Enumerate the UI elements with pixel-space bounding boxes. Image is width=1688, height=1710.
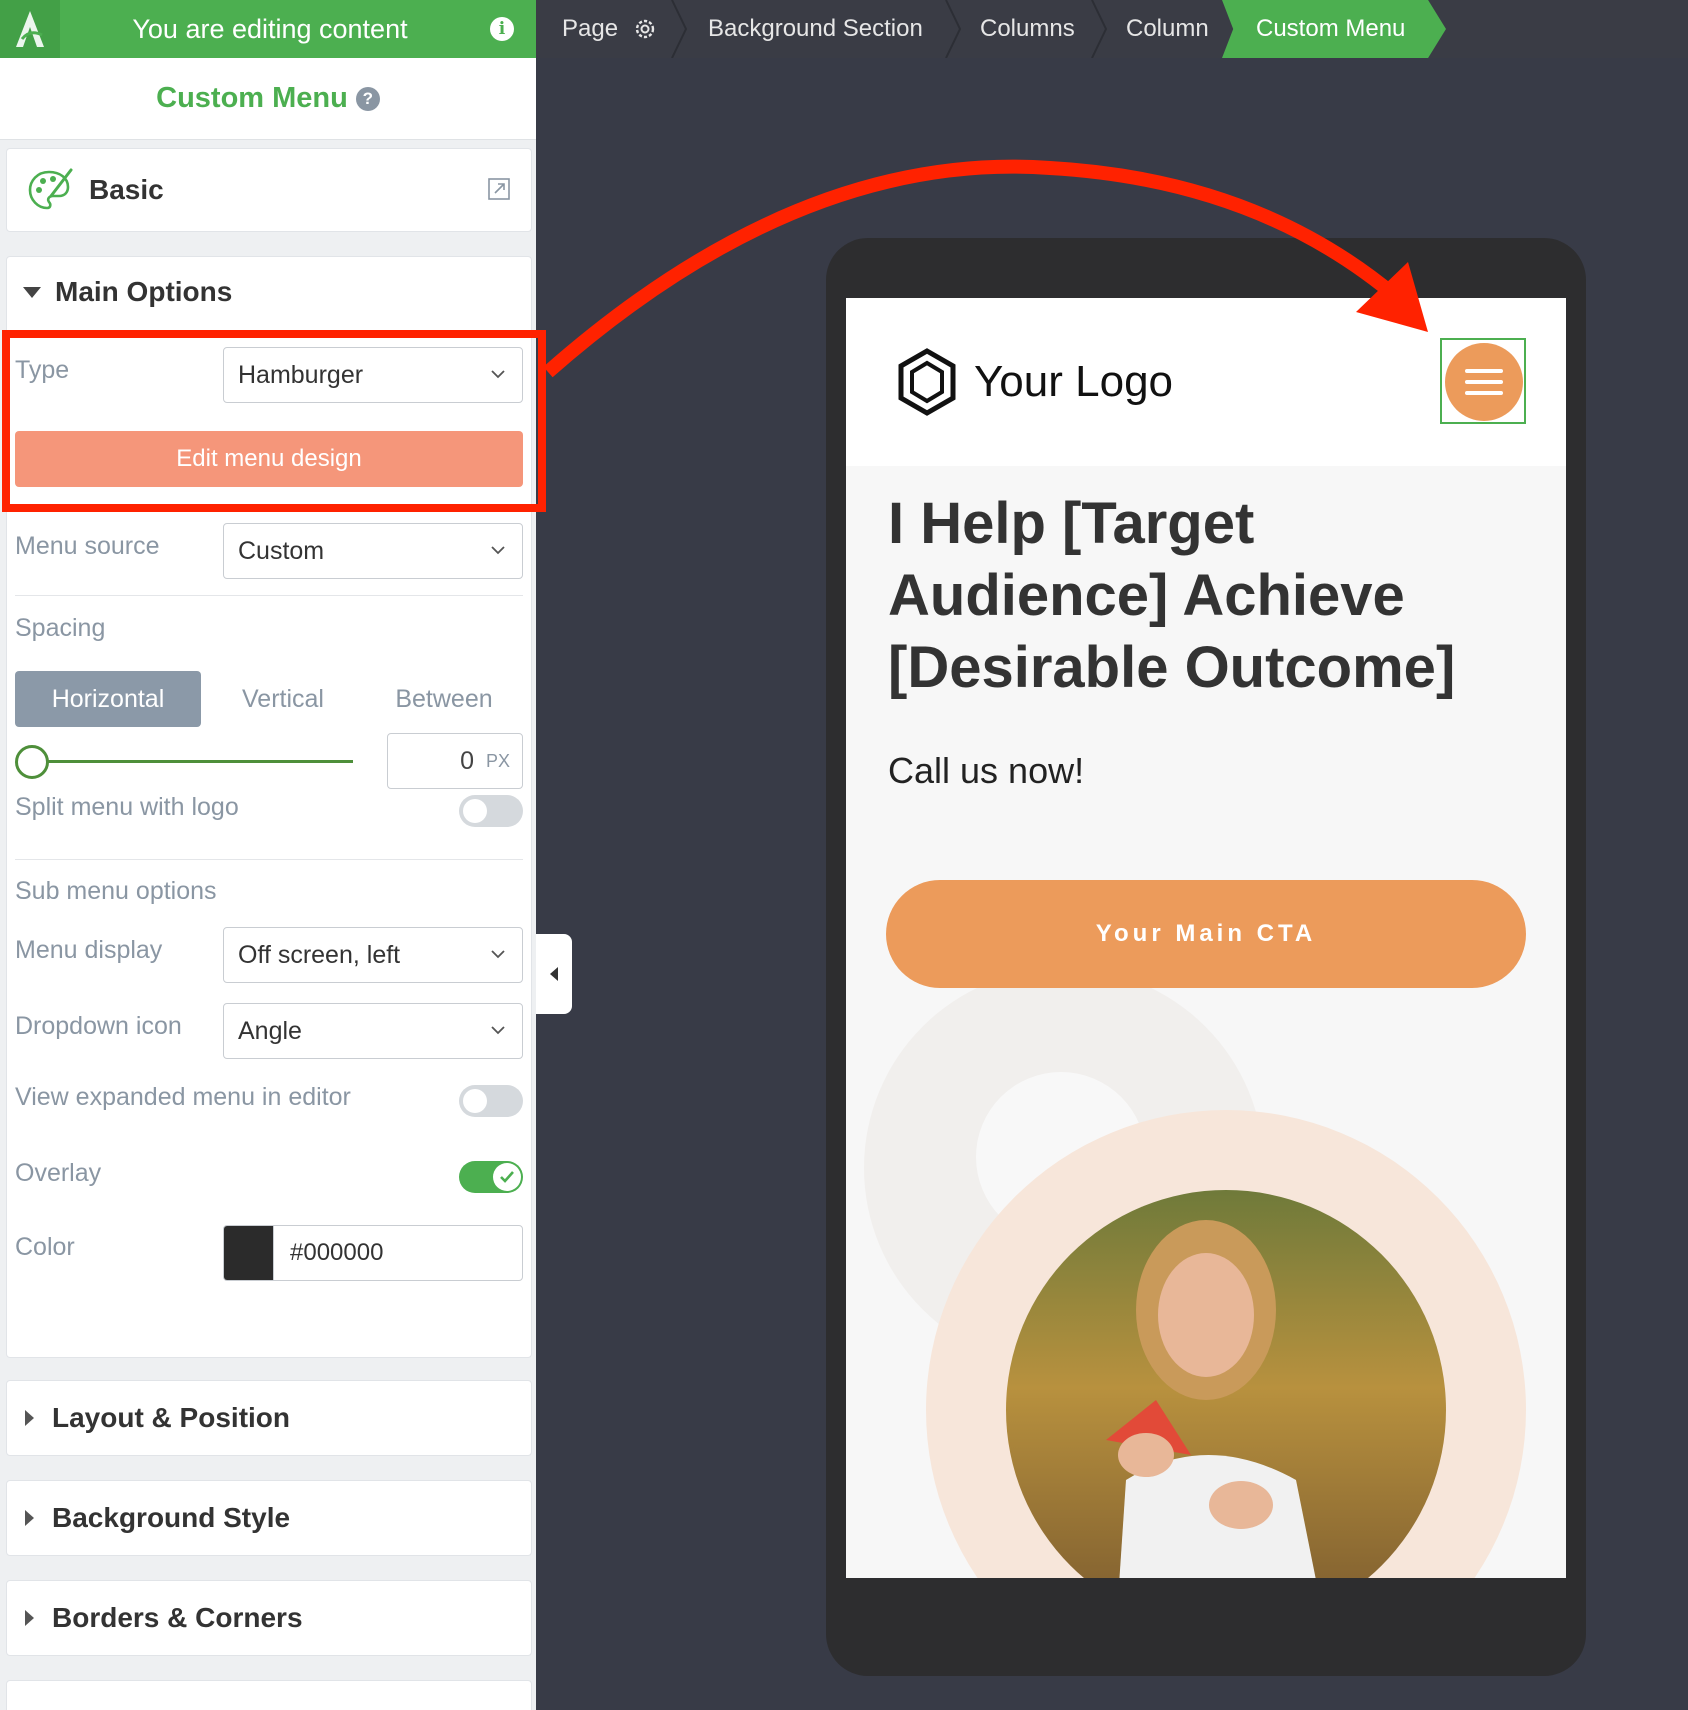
spacing-value: 0 xyxy=(460,746,474,775)
color-value: #000000 xyxy=(290,1239,384,1266)
tab-horizontal[interactable]: Horizontal xyxy=(15,671,201,727)
color-input[interactable]: #000000 xyxy=(223,1225,523,1281)
site-logo-text: Your Logo xyxy=(974,357,1174,406)
menu-display-value: Off screen, left xyxy=(238,940,401,969)
site-logo[interactable]: Your Logo xyxy=(896,348,1173,416)
palette-brush-icon xyxy=(28,168,73,210)
gear-icon[interactable] xyxy=(632,16,658,42)
annotation-highlight-box xyxy=(2,330,546,512)
breadcrumb-page[interactable]: Page xyxy=(562,0,658,58)
basic-card[interactable]: Basic xyxy=(6,148,532,232)
hero-headline: I Help [Target Audience] Achieve [Desira… xyxy=(888,491,1456,700)
split-menu-toggle[interactable] xyxy=(459,795,523,827)
more-section[interactable] xyxy=(6,1680,532,1710)
overlay-toggle[interactable] xyxy=(459,1161,523,1193)
phone-screen: Your Logo I Help [Target Audience] Achie… xyxy=(846,298,1566,1578)
open-external-icon[interactable] xyxy=(487,177,511,201)
section-title: Layout & Position xyxy=(52,1402,290,1433)
panel-title-text: Custom Menu xyxy=(156,82,348,114)
view-expanded-toggle[interactable] xyxy=(459,1085,523,1117)
sub-menu-options-label: Sub menu options xyxy=(15,877,217,905)
spacing-label: Spacing xyxy=(15,614,106,642)
panel-collapse-button[interactable] xyxy=(536,934,572,1014)
breadcrumb-columns[interactable]: Columns xyxy=(980,0,1075,58)
hexagon-logo-icon xyxy=(898,348,956,416)
breadcrumb-background-section[interactable]: Background Section xyxy=(708,0,923,58)
main-cta-button[interactable]: Your Main CTA xyxy=(886,880,1526,988)
menu-display-label: Menu display xyxy=(15,936,163,964)
split-menu-label: Split menu with logo xyxy=(15,793,239,821)
overlay-label: Overlay xyxy=(15,1159,102,1187)
top-bar: You are editing content i Page Backgroun… xyxy=(0,0,1688,58)
info-icon[interactable]: i xyxy=(490,17,514,41)
tab-vertical[interactable]: Vertical xyxy=(213,671,353,727)
main-options-header[interactable]: Main Options xyxy=(7,257,531,327)
help-icon[interactable]: ? xyxy=(355,86,380,111)
selected-element-outline xyxy=(1440,338,1526,424)
dropdown-icon-label: Dropdown icon xyxy=(15,1012,182,1040)
chevron-down-icon xyxy=(491,950,505,959)
site-header: Your Logo xyxy=(846,298,1566,466)
spacing-value-input[interactable]: 0 PX xyxy=(387,733,523,789)
editing-strip: You are editing content i xyxy=(0,0,536,58)
caret-right-icon xyxy=(25,1410,34,1426)
dropdown-icon-value: Angle xyxy=(238,1016,302,1045)
section-title: Borders & Corners xyxy=(52,1602,303,1633)
borders-corners-section[interactable]: Borders & Corners xyxy=(6,1580,532,1656)
tab-between[interactable]: Between xyxy=(369,671,519,727)
chevron-down-icon xyxy=(491,1026,505,1035)
breadcrumb-custom-menu[interactable]: Custom Menu xyxy=(1222,0,1446,58)
menu-source-select[interactable]: Custom xyxy=(223,523,523,579)
panel-title: Custom Menu ? xyxy=(0,58,536,140)
spacing-unit: PX xyxy=(485,750,510,771)
breadcrumb-separator xyxy=(945,0,962,58)
chevron-down-icon xyxy=(491,546,505,555)
spacing-slider-track[interactable] xyxy=(33,760,353,763)
view-expanded-label: View expanded menu in editor xyxy=(15,1083,351,1111)
check-icon xyxy=(493,1163,521,1191)
background-style-section[interactable]: Background Style xyxy=(6,1480,532,1556)
dropdown-icon-select[interactable]: Angle xyxy=(223,1003,523,1059)
menu-display-select[interactable]: Off screen, left xyxy=(223,927,523,983)
section-title: Background Style xyxy=(52,1502,291,1533)
breadcrumb-separator xyxy=(671,0,688,58)
caret-down-icon xyxy=(23,286,41,298)
color-swatch[interactable] xyxy=(224,1226,274,1280)
spacing-slider-handle[interactable] xyxy=(15,745,49,779)
divider xyxy=(15,595,523,596)
breadcrumb-separator xyxy=(1091,0,1108,58)
app-logo-icon[interactable] xyxy=(0,0,60,58)
breadcrumb-label: Page xyxy=(562,15,619,42)
main-options-title: Main Options xyxy=(55,276,233,307)
editing-status-text: You are editing content xyxy=(132,13,408,44)
menu-source-label: Menu source xyxy=(15,532,160,560)
caret-right-icon xyxy=(25,1610,34,1626)
divider xyxy=(15,859,523,860)
menu-source-value: Custom xyxy=(238,536,325,565)
layout-position-section[interactable]: Layout & Position xyxy=(6,1380,532,1456)
color-label: Color xyxy=(15,1233,75,1261)
caret-right-icon xyxy=(25,1510,34,1526)
caret-left-icon xyxy=(550,967,558,981)
basic-label: Basic xyxy=(89,174,164,205)
breadcrumb-column[interactable]: Column xyxy=(1126,0,1209,58)
hero-subheadline: Call us now! xyxy=(888,750,1085,791)
settings-panel: Custom Menu ? Basic Main Options Type Ha… xyxy=(0,58,536,1710)
hamburger-menu-icon[interactable] xyxy=(1445,343,1523,421)
